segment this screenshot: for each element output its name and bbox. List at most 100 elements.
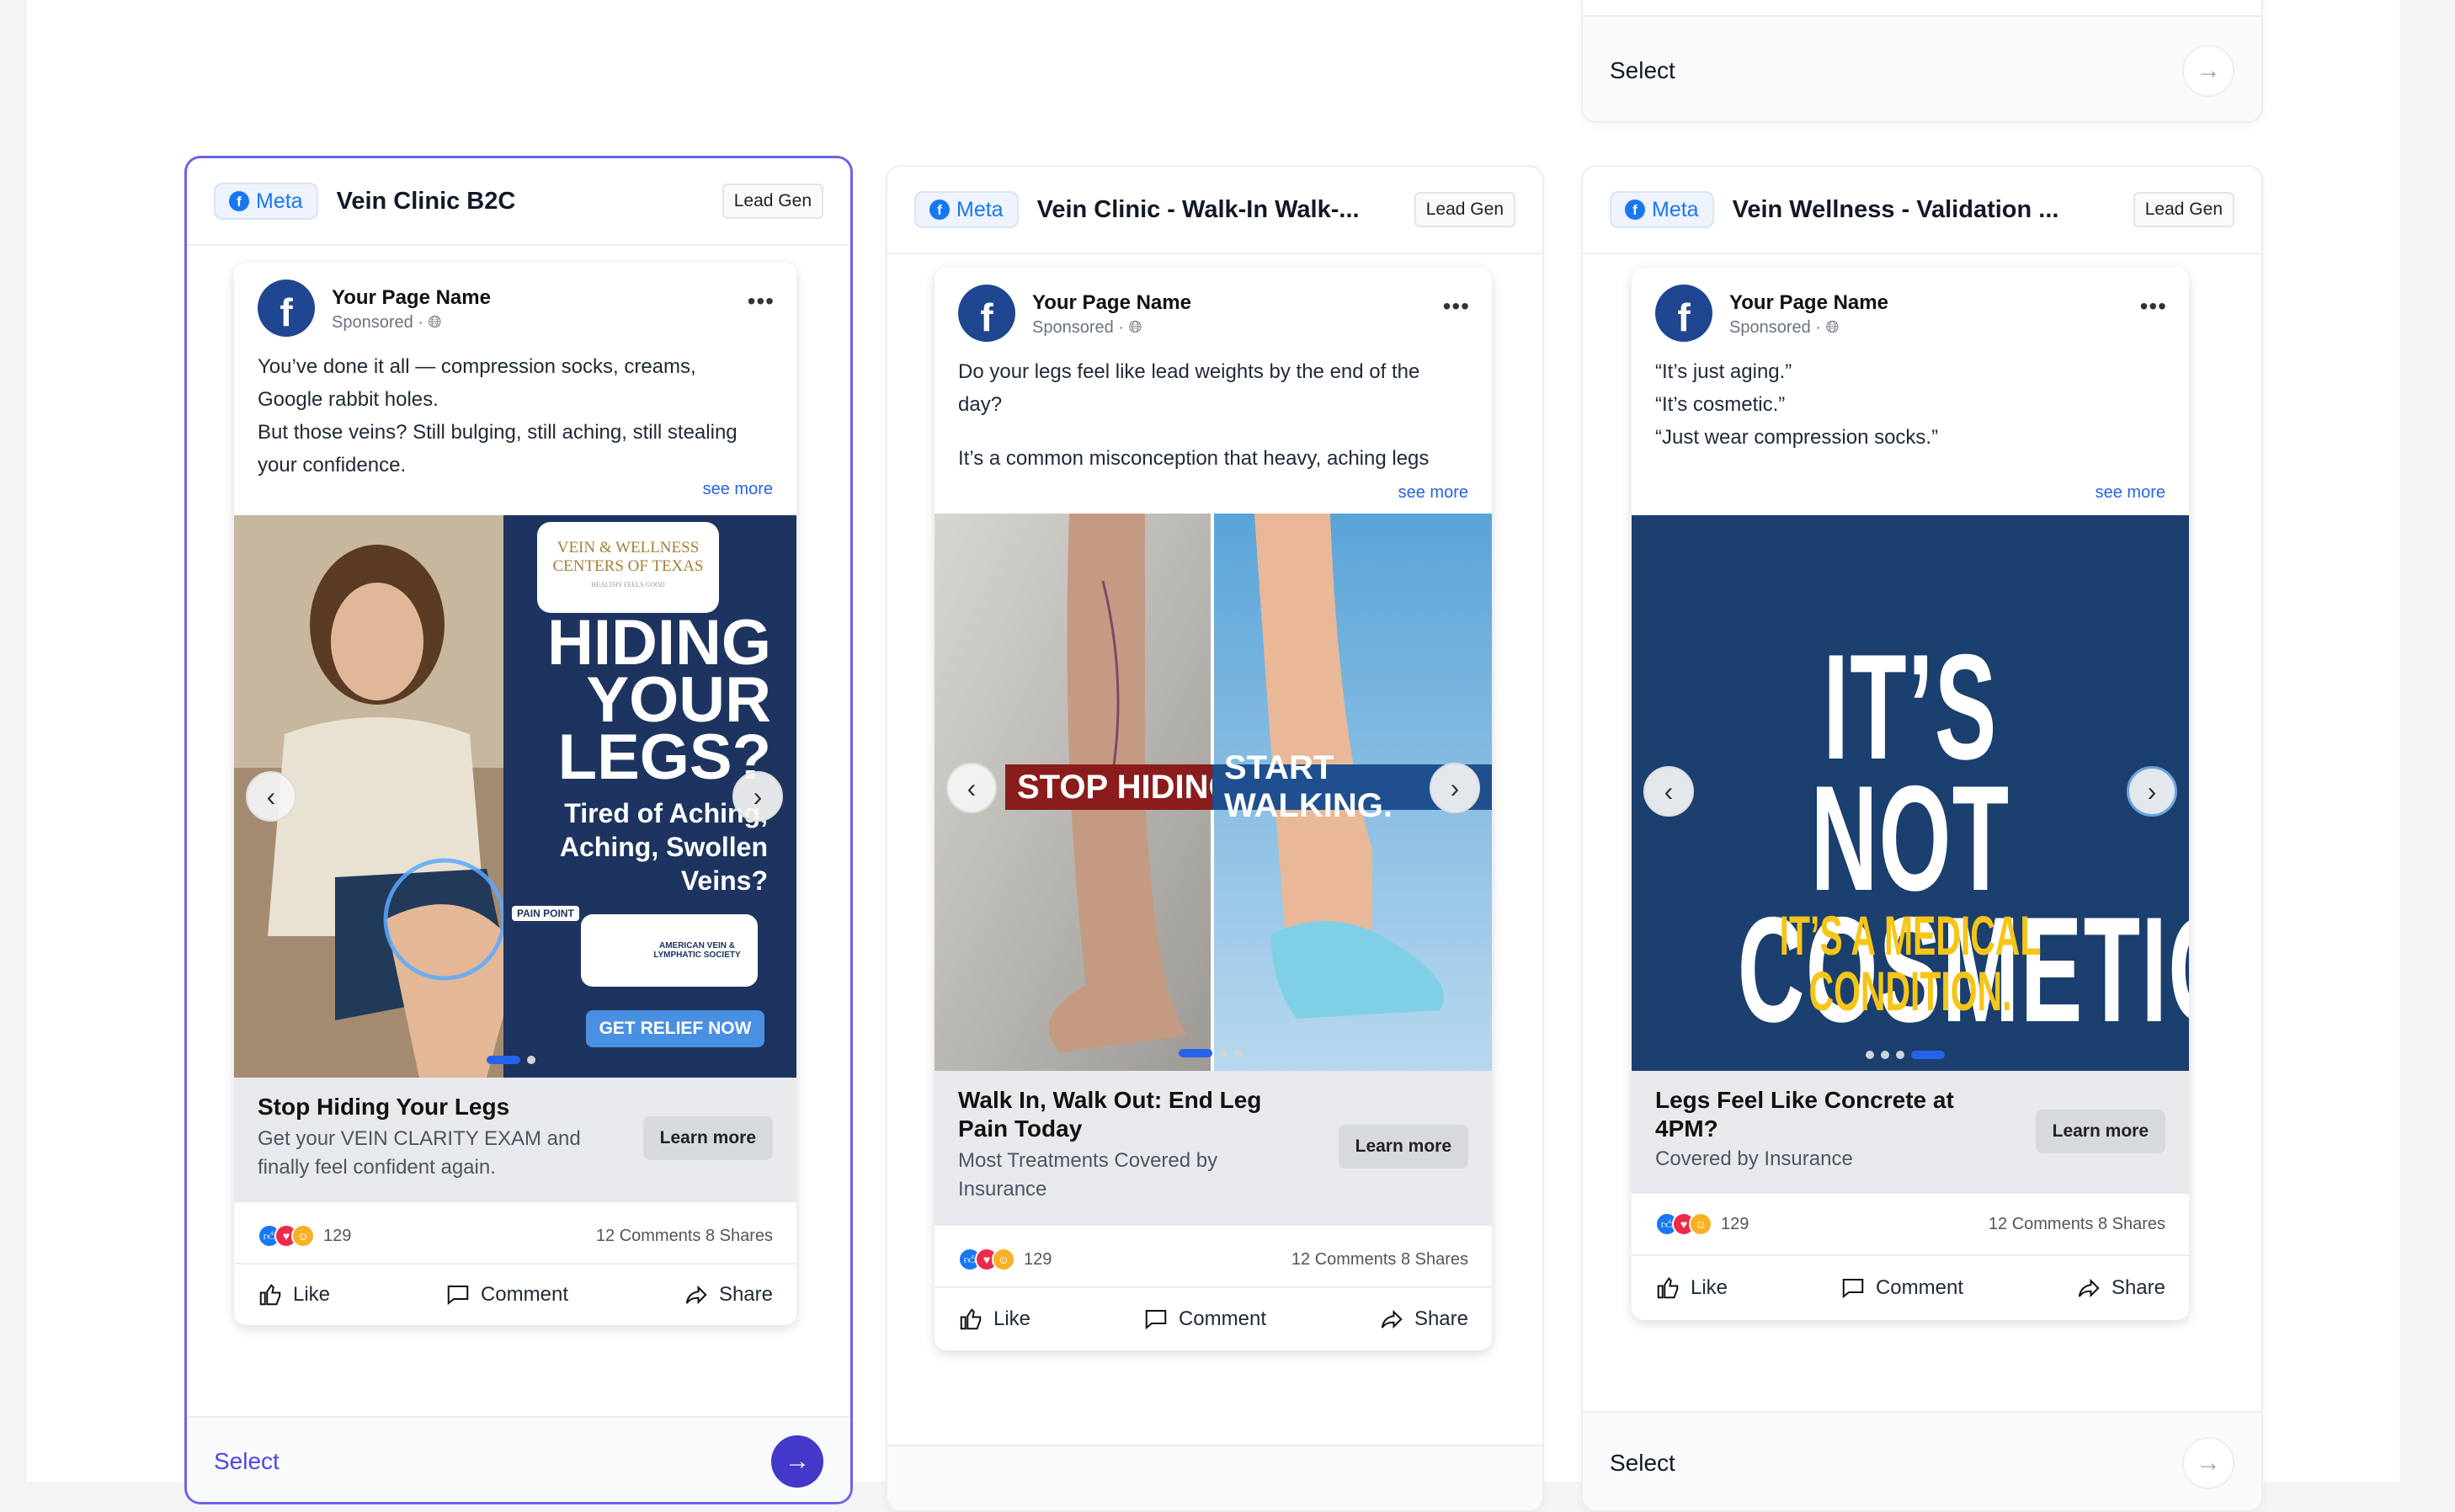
reaction-count: 129 <box>1721 1214 1749 1233</box>
sponsored-label: Sponsored · 🌐︎ <box>1729 318 1840 337</box>
comment-button[interactable]: Comment <box>445 1282 568 1307</box>
comment-button[interactable]: Comment <box>1840 1275 1963 1301</box>
like-button[interactable]: Like <box>958 1307 1030 1332</box>
objective-badge: Lead Gen <box>2133 192 2234 227</box>
like-button[interactable]: Like <box>1655 1275 1728 1301</box>
platform-badge: f Meta <box>214 183 318 220</box>
society-logo: AMERICAN VEIN & LYMPHATIC SOCIETY <box>581 914 758 987</box>
platform-badge: f Meta <box>1610 191 1714 228</box>
facebook-ad-preview: f Your Page Name Sponsored · 🌐︎ ••• “It’… <box>1632 268 2189 1320</box>
comment-icon <box>447 1286 469 1306</box>
platform-label: Meta <box>1652 197 1699 221</box>
reaction-count: 129 <box>1024 1249 1052 1269</box>
globe-icon: 🌐︎ <box>428 313 442 332</box>
template-card-vein-clinic-b2c[interactable]: f Meta Vein Clinic B2C Lead Gen f Your Pa… <box>185 157 852 1504</box>
globe-icon: 🌐︎ <box>1825 318 1840 337</box>
cta-section: Legs Feel Like Concrete at 4PM? Covered b… <box>1632 1071 2189 1194</box>
more-options-icon[interactable]: ••• <box>2140 293 2167 320</box>
action-bar: Like Comment Share <box>234 1263 796 1325</box>
page-name: Your Page Name <box>1729 291 1888 314</box>
reaction-icons: 👍︎ ♥ ☺ <box>258 1224 315 1248</box>
see-more-link[interactable]: see more <box>1398 483 1468 503</box>
select-bar: Select → <box>187 1416 850 1502</box>
ad-body-text: Do your legs feel like lead weights by t… <box>958 360 1430 470</box>
objective-badge: Lead Gen <box>722 184 823 219</box>
select-label[interactable]: Select <box>1610 1450 1675 1477</box>
ad-body-text: “It’s just aging.” “It’s cosmetic.” “Just … <box>1655 360 1939 449</box>
share-button[interactable]: Share <box>684 1282 773 1307</box>
reactions-row: 👍︎ ♥ ☺ 129 12 Comments 8 Shares <box>258 1219 773 1253</box>
carousel-next-button[interactable]: › <box>2127 766 2177 817</box>
facebook-logo-icon: f <box>1655 285 1712 342</box>
carousel-prev-button[interactable]: ‹ <box>246 771 296 822</box>
comment-button[interactable]: Comment <box>1143 1307 1266 1332</box>
more-options-icon[interactable]: ••• <box>1443 293 1470 320</box>
facebook-logo-icon: f <box>958 285 1015 342</box>
carousel-dots <box>1179 1049 1243 1057</box>
reaction-count: 129 <box>323 1226 352 1245</box>
platform-badge: f Meta <box>914 191 1019 228</box>
arrow-right-icon[interactable]: → <box>771 1435 823 1488</box>
like-button[interactable]: Like <box>258 1282 330 1307</box>
card-header: f Meta Vein Wellness - Validation ... Lea… <box>1583 167 2261 254</box>
thumbs-up-icon <box>960 1308 982 1330</box>
cta-description: Most Treatments Covered by Insurance <box>958 1149 1218 1201</box>
meta-icon: f <box>929 200 950 220</box>
facebook-ad-preview: f Your Page Name Sponsored · 🌐︎ ••• You’… <box>234 263 796 1325</box>
cta-description: Covered by Insurance <box>1655 1147 1853 1170</box>
thumbs-up-icon <box>1657 1277 1679 1299</box>
reactions-row: 👍︎ ♥ ☺ 129 12 Comments 8 Shares <box>958 1243 1468 1276</box>
carousel-prev-button[interactable]: ‹ <box>1643 766 1694 817</box>
globe-icon: 🌐︎ <box>1128 318 1142 337</box>
arrow-right-icon[interactable]: → <box>2182 45 2234 97</box>
platform-label: Meta <box>956 197 1004 221</box>
comment-icon <box>1842 1279 1864 1299</box>
comment-icon <box>1145 1310 1167 1330</box>
select-label[interactable]: Select <box>214 1448 280 1475</box>
ad-headline: HIDING YOUR LEGS? <box>547 607 771 793</box>
ad-body-text: You’ve done it all — compression socks, … <box>258 355 738 476</box>
facebook-ad-preview: f Your Page Name Sponsored · 🌐︎ ••• Do y… <box>935 268 1492 1350</box>
share-button[interactable]: Share <box>1379 1307 1468 1332</box>
card-title: Vein Clinic - Walk-In Walk-... <box>1036 195 1360 223</box>
action-bar: Like Comment Share <box>1632 1254 2189 1320</box>
cta-title: Stop Hiding Your Legs <box>258 1094 510 1120</box>
template-card-walk-in-walk-out[interactable]: f Meta Vein Clinic - Walk-In Walk-... Lea… <box>886 165 1544 1512</box>
card-header: f Meta Vein Clinic B2C Lead Gen <box>187 158 850 246</box>
share-icon <box>1381 1309 1403 1329</box>
share-button[interactable]: Share <box>2076 1275 2165 1301</box>
action-bar: Like Comment Share <box>935 1286 1492 1350</box>
page-name: Your Page Name <box>332 286 491 309</box>
top-template-card[interactable]: Select → <box>1581 0 2263 123</box>
reaction-icons: 👍︎ ♥ ☺ <box>1655 1212 1712 1236</box>
platform-label: Meta <box>256 189 303 213</box>
carousel-next-button[interactable]: › <box>1430 763 1480 813</box>
carousel-dots <box>1866 1051 1945 1059</box>
ad-image: IT’S NOTCOSMETIC. IT’S A MEDICAL CONDITI… <box>1632 515 2189 1071</box>
card-title: Vein Clinic B2C <box>336 187 516 215</box>
learn-more-button[interactable]: Learn more <box>1338 1125 1468 1169</box>
sponsored-label: Sponsored · 🌐︎ <box>1032 318 1142 337</box>
ad-subhead: Tired of Aching, Aching, Swollen Veins? <box>559 798 768 896</box>
ad-image: STOP HIDING. START WALKING. ‹ › <box>935 514 1492 1071</box>
ad-subhead: IT’S A MEDICAL CONDITION. <box>1779 904 2042 1022</box>
more-options-icon[interactable]: ••• <box>748 288 775 315</box>
page-name: Your Page Name <box>1032 291 1191 314</box>
cta-section: Walk In, Walk Out: End Leg Pain Today Mos… <box>935 1071 1492 1226</box>
card-header: f Meta Vein Clinic - Walk-In Walk-... Lea… <box>887 167 1542 254</box>
template-card-vein-wellness-validation[interactable]: f Meta Vein Wellness - Validation ... Lea… <box>1581 165 2263 1512</box>
select-bar: Select → <box>1583 15 2261 121</box>
cta-title: Legs Feel Like Concrete at 4PM? <box>1655 1087 1954 1142</box>
carousel-next-button[interactable]: › <box>732 771 783 822</box>
select-label[interactable]: Select <box>1610 57 1675 84</box>
select-bar: Select → <box>1583 1411 2261 1510</box>
see-more-link[interactable]: see more <box>2096 483 2165 503</box>
pain-point-tag: PAIN POINT <box>512 906 579 921</box>
learn-more-button[interactable]: Learn more <box>642 1116 773 1160</box>
page-canvas: Select → f Meta Vein Clinic B2C Lead Gen … <box>27 0 2399 1512</box>
ad-image: VEIN & WELLNESS CENTERS OF TEXAS HEALTHY F… <box>234 515 796 1078</box>
see-more-link[interactable]: see more <box>703 480 773 499</box>
carousel-prev-button[interactable]: ‹ <box>946 763 997 813</box>
learn-more-button[interactable]: Learn more <box>2035 1110 2165 1153</box>
reactions-row: 👍︎ ♥ ☺ 129 12 Comments 8 Shares <box>1655 1207 2165 1241</box>
